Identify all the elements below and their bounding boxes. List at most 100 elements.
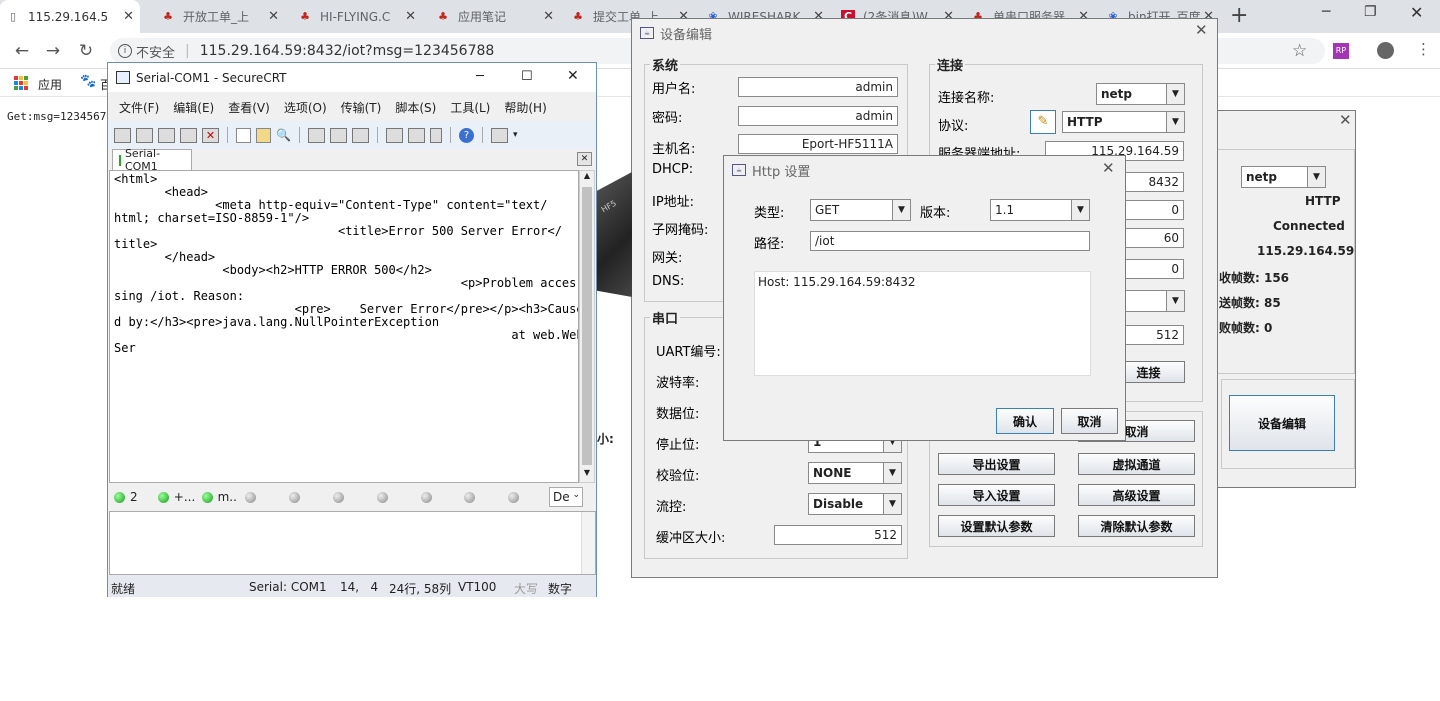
browser-tab[interactable]: ♣ 开放工单_上 ✕ bbox=[155, 0, 285, 33]
tab-connect-icon[interactable] bbox=[158, 127, 175, 143]
browser-tab[interactable]: ♣ HI-FLYING.C ✕ bbox=[292, 0, 422, 33]
buttonbar-combo[interactable]: De ⌄ bbox=[549, 487, 583, 507]
screen-icon[interactable] bbox=[491, 127, 508, 143]
forward-icon[interactable]: → bbox=[43, 41, 63, 61]
device-edit-button[interactable]: 设备编辑 bbox=[1229, 395, 1335, 451]
back-icon[interactable]: ← bbox=[12, 41, 32, 61]
copy-icon[interactable] bbox=[236, 127, 251, 143]
close-icon[interactable]: ✕ bbox=[1195, 21, 1208, 39]
status-led-button[interactable] bbox=[460, 491, 504, 503]
global-options-icon[interactable] bbox=[408, 127, 425, 143]
session-icon[interactable] bbox=[308, 127, 325, 143]
status-led-button[interactable] bbox=[329, 491, 373, 503]
hostname-field[interactable]: Eport-HF5111A bbox=[738, 134, 898, 154]
status-led-button[interactable]: +... bbox=[154, 490, 198, 504]
menu-item[interactable]: 查看(V) bbox=[228, 101, 270, 115]
toolbar-overflow-icon[interactable]: ▾ bbox=[513, 130, 518, 140]
clear-default-button[interactable]: 清除默认参数 bbox=[1078, 515, 1195, 537]
bookmark-apps[interactable]: 应用 bbox=[38, 76, 62, 93]
password-field[interactable]: admin bbox=[738, 106, 898, 126]
close-tab-icon[interactable]: ✕ bbox=[405, 9, 416, 24]
virtual-channel-button[interactable]: 虚拟通道 bbox=[1078, 453, 1195, 475]
terminal-scrollbar[interactable]: ▲ ▼ bbox=[579, 170, 595, 483]
status-led-button[interactable] bbox=[373, 491, 417, 503]
close-tab-icon[interactable]: ✕ bbox=[543, 9, 554, 24]
flow-select[interactable]: Disable ▼ bbox=[808, 493, 902, 515]
reload-icon[interactable]: ↻ bbox=[76, 41, 96, 61]
status-term: VT100 bbox=[458, 580, 497, 594]
status-led-button[interactable] bbox=[285, 491, 329, 503]
close-tab-icon[interactable]: ✕ bbox=[577, 152, 592, 166]
settings-icon[interactable] bbox=[386, 127, 403, 143]
paste-icon[interactable] bbox=[256, 127, 271, 143]
version-select[interactable]: 1.1 ▼ bbox=[990, 199, 1090, 221]
tab-serial-com1[interactable]: Serial-COM1 bbox=[112, 147, 192, 173]
headers-textarea[interactable]: Host: 115.29.164.59:8432 bbox=[754, 271, 1091, 376]
browser-tab[interactable]: ▯ 115.29.164.5 ✕ bbox=[0, 0, 140, 33]
close-window-icon[interactable]: ✕ bbox=[1410, 3, 1423, 22]
minimize-window-icon[interactable]: ─ bbox=[1322, 4, 1330, 20]
disconnect-icon[interactable]: ✕ bbox=[202, 127, 219, 143]
status-led-button[interactable]: 2 bbox=[110, 490, 154, 504]
more-menu-icon[interactable]: ⋮ bbox=[1416, 40, 1431, 58]
close-icon[interactable]: ✕ bbox=[1339, 111, 1352, 129]
status-led-button[interactable]: m.. bbox=[198, 490, 242, 504]
minimize-icon[interactable]: ─ bbox=[476, 69, 484, 84]
restore-window-icon[interactable]: ❐ bbox=[1364, 4, 1377, 20]
buffer-field[interactable]: 512 bbox=[774, 525, 902, 545]
conn-select[interactable]: netp ▼ bbox=[1241, 166, 1326, 188]
window-title: 设备编辑 bbox=[660, 27, 713, 43]
export-settings-button[interactable]: 导出设置 bbox=[938, 453, 1055, 475]
extension-icon[interactable]: RP bbox=[1333, 43, 1349, 59]
type-select[interactable]: GET ▼ bbox=[810, 199, 911, 221]
paw-icon[interactable]: 🐾 bbox=[80, 74, 96, 89]
status-port: Serial: COM1 bbox=[249, 580, 327, 594]
cancel-button[interactable]: 取消 bbox=[1061, 408, 1118, 434]
terminal-area[interactable]: <html> <head> <meta http-equiv="Content-… bbox=[109, 170, 579, 483]
close-tab-icon[interactable]: ✕ bbox=[123, 9, 134, 24]
menu-item[interactable]: 脚本(S) bbox=[395, 101, 436, 115]
log-icon[interactable] bbox=[330, 127, 347, 143]
chevron-down-icon: ▼ bbox=[883, 463, 901, 483]
close-icon[interactable]: ✕ bbox=[1102, 159, 1115, 177]
menu-item[interactable]: 文件(F) bbox=[119, 101, 159, 115]
set-default-button[interactable]: 设置默认参数 bbox=[938, 515, 1055, 537]
close-tab-icon[interactable]: ✕ bbox=[268, 9, 279, 24]
find-icon[interactable]: 🔍 bbox=[276, 128, 291, 143]
keymap-icon[interactable] bbox=[430, 127, 442, 143]
connection-group-title: 连接 bbox=[935, 55, 966, 74]
conn-name-select[interactable]: netp ▼ bbox=[1096, 83, 1185, 105]
menu-item[interactable]: 工具(L) bbox=[450, 101, 490, 115]
print-icon[interactable] bbox=[352, 127, 369, 143]
advanced-settings-button[interactable]: 高级设置 bbox=[1078, 484, 1195, 506]
url-text[interactable]: 115.29.164.59:8432/iot?msg=123456788 bbox=[200, 43, 495, 59]
import-settings-button[interactable]: 导入设置 bbox=[938, 484, 1055, 506]
confirm-button[interactable]: 确认 bbox=[996, 408, 1054, 434]
chat-window-input[interactable] bbox=[109, 511, 596, 575]
help-icon[interactable]: ? bbox=[459, 127, 474, 143]
status-ready: 就绪 bbox=[111, 582, 136, 596]
maximize-icon[interactable]: ☐ bbox=[521, 69, 533, 84]
apps-grid-icon[interactable] bbox=[14, 76, 28, 90]
menu-item[interactable]: 帮助(H) bbox=[504, 101, 546, 115]
menu-item[interactable]: 编辑(E) bbox=[173, 101, 214, 115]
reconnect-icon[interactable] bbox=[180, 127, 197, 143]
close-icon[interactable]: ✕ bbox=[567, 68, 579, 84]
edit-pencil-icon[interactable]: ✎ bbox=[1030, 110, 1056, 134]
status-led-button[interactable] bbox=[241, 491, 285, 503]
status-led-button[interactable] bbox=[417, 491, 461, 503]
menu-item[interactable]: 传输(T) bbox=[341, 101, 382, 115]
parity-select[interactable]: NONE ▼ bbox=[808, 462, 902, 484]
new-tab-button[interactable]: + bbox=[1230, 3, 1248, 28]
path-field[interactable]: /iot bbox=[810, 231, 1090, 251]
status-led-button[interactable] bbox=[504, 491, 548, 503]
protocol-select[interactable]: HTTP ▼ bbox=[1062, 111, 1185, 133]
scrollbar-thumb[interactable] bbox=[582, 187, 592, 465]
browser-tab[interactable]: ♣ 应用笔记 ✕ bbox=[430, 0, 560, 33]
connect-icon[interactable] bbox=[114, 127, 131, 143]
username-field[interactable]: admin bbox=[738, 77, 898, 97]
star-icon[interactable]: ☆ bbox=[1292, 41, 1307, 61]
quick-connect-icon[interactable] bbox=[136, 127, 153, 143]
profile-icon[interactable] bbox=[1377, 42, 1394, 59]
menu-item[interactable]: 选项(O) bbox=[284, 101, 327, 115]
